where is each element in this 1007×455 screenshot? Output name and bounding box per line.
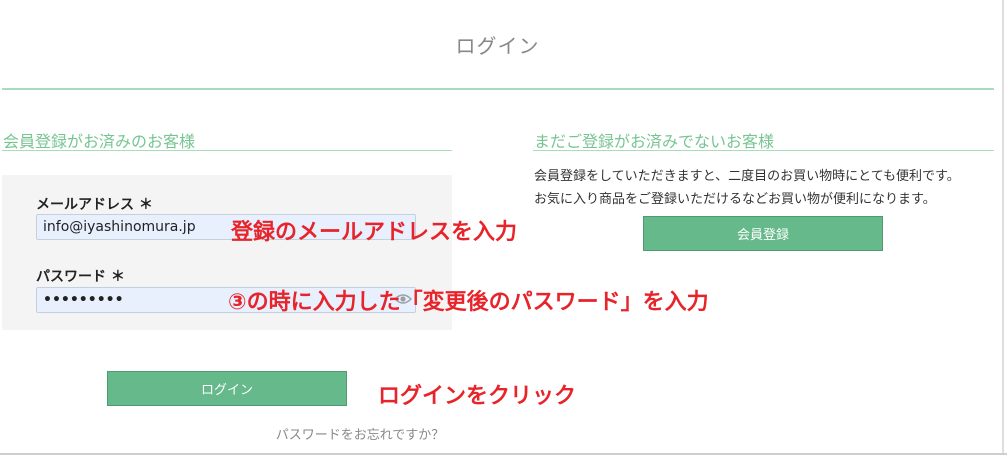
guest-section-divider bbox=[533, 150, 994, 151]
member-section-divider bbox=[2, 150, 452, 151]
login-annotation: ログインをクリック bbox=[378, 384, 577, 409]
register-benefit-line1: 会員登録をしていただきますと、二度目のお買い物時にとても便利です。 bbox=[534, 169, 960, 184]
title-divider bbox=[2, 88, 994, 90]
password-annotation: ③の時に入力した「変更後のパスワード」を入力 bbox=[228, 290, 709, 315]
email-label: メールアドレス ＊ bbox=[36, 197, 153, 213]
member-section-heading: 会員登録がお済みのお客様 bbox=[3, 132, 196, 151]
register-benefit-line2: お気に入り商品をご登録いただけるなどお買い物が便利になります。 bbox=[534, 192, 936, 207]
email-annotation: 登録のメールアドレスを入力 bbox=[231, 220, 518, 245]
guest-section-heading: まだご登録がお済みでないお客様 bbox=[534, 132, 775, 151]
page-title: ログイン bbox=[455, 34, 540, 58]
login-button[interactable]: ログイン bbox=[107, 371, 347, 406]
password-label: パスワード ＊ bbox=[36, 269, 125, 285]
window-edge bbox=[1002, 0, 1004, 455]
forgot-password-link[interactable]: パスワードをお忘れですか？ bbox=[0, 424, 720, 443]
register-button[interactable]: 会員登録 bbox=[643, 216, 883, 251]
